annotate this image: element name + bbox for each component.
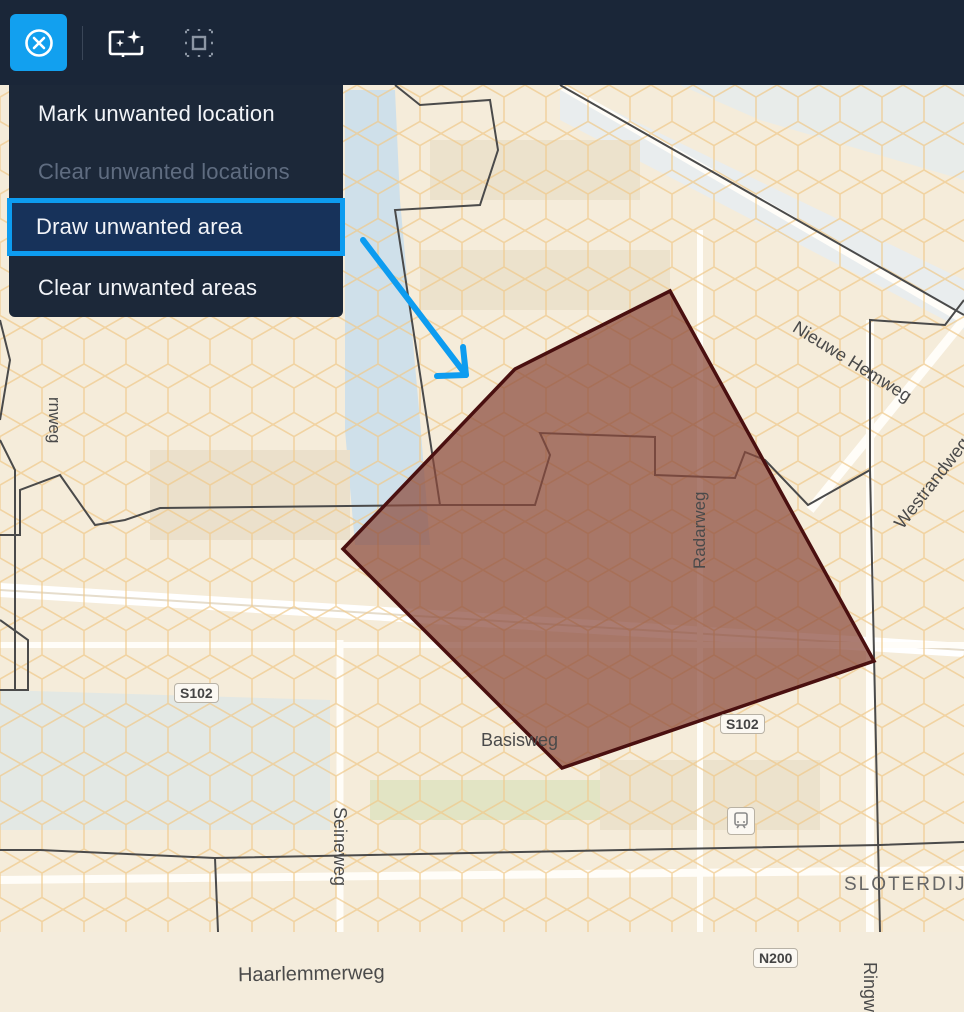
street-label-seineweg: Seineweg [330,807,350,887]
street-label-basisweg: Basisweg [481,730,559,750]
district-label-sloterdijk: SLOTERDIJ [844,874,964,895]
train-station-icon [727,807,755,835]
road-shield: S102 [174,683,219,703]
menu-item-draw-unwanted-area[interactable]: Draw unwanted area [7,198,345,256]
menu-item-clear-unwanted-areas[interactable]: Clear unwanted areas [9,259,343,317]
road-shield: S102 [720,714,765,734]
close-tool-button[interactable] [10,14,67,71]
menu-item-clear-unwanted-locations: Clear unwanted locations [38,159,290,184]
street-label-ringweg: Ringw [860,962,880,1012]
street-label-radarweg: Radarweg [690,491,709,570]
toolbar-divider [82,26,83,60]
unwanted-actions-menu: Mark unwanted location Clear unwanted lo… [7,85,345,317]
magic-select-icon [108,29,143,57]
area-select-icon [184,28,213,57]
menu-item-mark-unwanted-location[interactable]: Mark unwanted location [9,85,343,143]
map-toolbar [0,0,964,85]
street-label-left-edge: rnweg [45,397,64,444]
street-label-haarlemmerweg: Haarlemmerweg [237,961,385,987]
area-select-button[interactable] [170,14,227,71]
magic-select-button[interactable] [97,14,154,71]
close-circle-icon [24,28,53,57]
road-shield: N200 [753,948,799,968]
